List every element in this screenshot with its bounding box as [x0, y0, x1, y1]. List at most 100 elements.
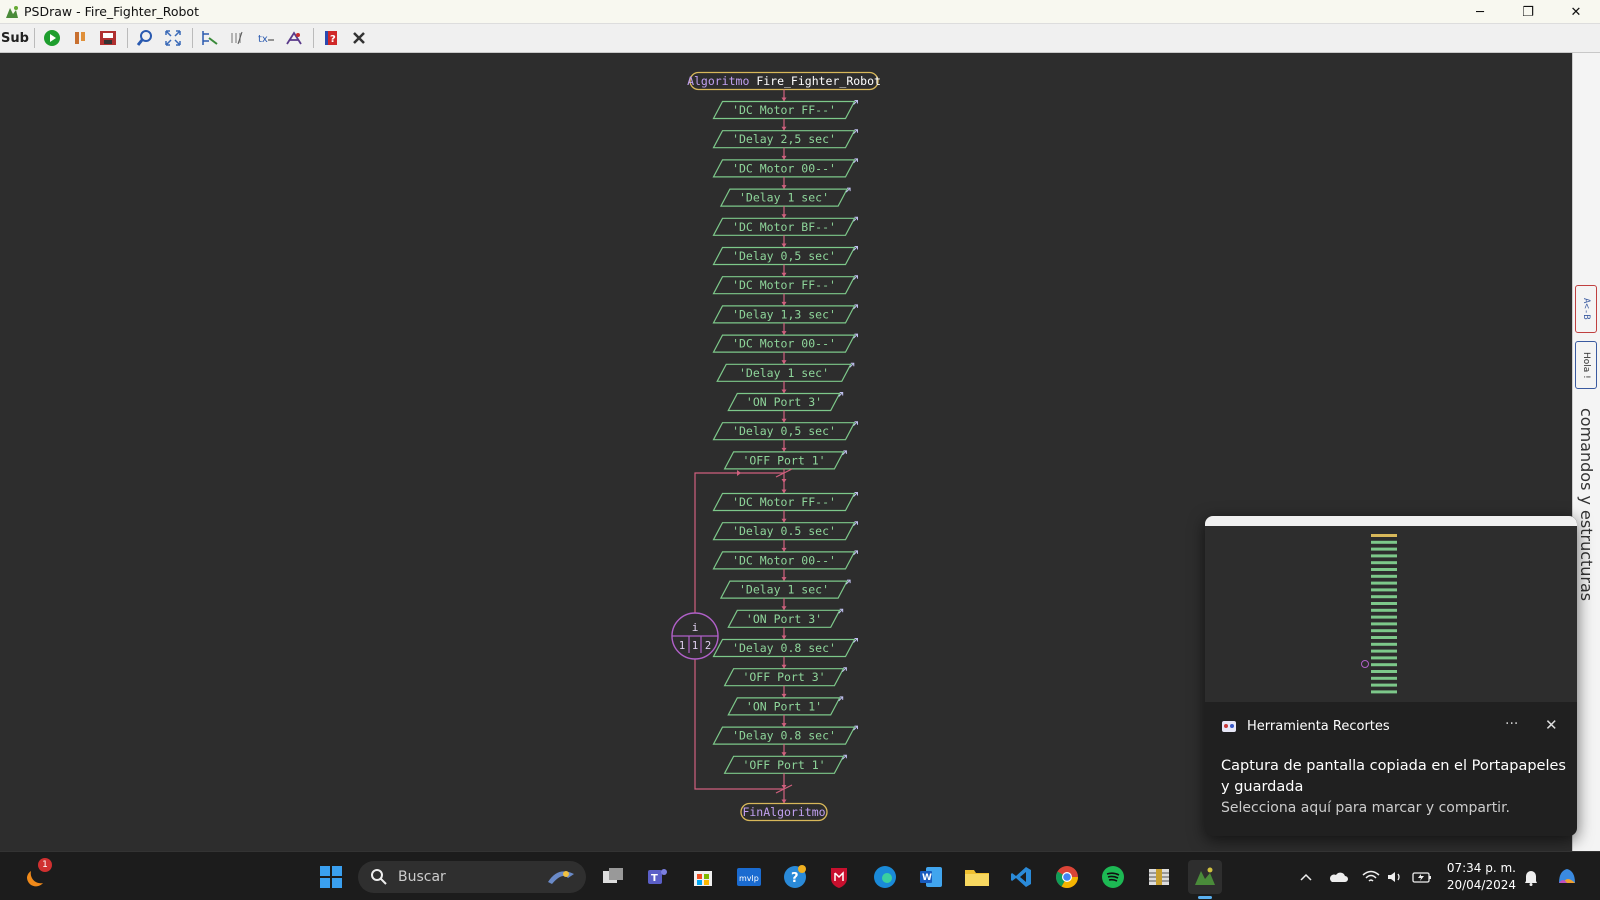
block-label: 'Delay 0,5 sec' [732, 249, 836, 263]
screenshot-preview[interactable] [1205, 516, 1577, 702]
minimize-button[interactable]: ─ [1456, 0, 1504, 24]
block-label: 'DC Motor FF--' [732, 103, 836, 117]
loop-arrowhead [737, 470, 741, 476]
vscode-icon[interactable] [1004, 860, 1038, 894]
file-explorer-icon[interactable] [960, 860, 994, 894]
loop-body-block[interactable]: 'Delay 0.8 sec' [712, 638, 858, 658]
start-terminal[interactable]: Algoritmo Fire_Fighter_Robot [687, 71, 881, 91]
preview-block [1371, 683, 1397, 687]
sub-button[interactable]: Sub [1, 26, 29, 50]
volume-icon[interactable] [1384, 860, 1406, 894]
block-label: 'Delay 0.8 sec' [732, 641, 836, 655]
loop-body-block[interactable]: 'OFF Port 3' [723, 667, 847, 687]
flow-arrowhead [781, 126, 787, 131]
close-button[interactable]: ✕ [1552, 0, 1600, 24]
wifi-icon[interactable] [1360, 860, 1382, 894]
preview-block [1371, 663, 1397, 667]
start-icon[interactable] [314, 860, 348, 894]
preview-block [1371, 615, 1397, 619]
assign-tab[interactable]: A<-B [1575, 285, 1597, 333]
task-view-icon[interactable] [596, 860, 630, 894]
loop-body-block[interactable]: 'ON Port 1' [727, 696, 844, 716]
search-placeholder: Buscar [398, 869, 446, 885]
archive-icon[interactable] [1142, 860, 1176, 894]
edge-icon[interactable] [868, 860, 902, 894]
output-block[interactable]: 'Delay 1,3 sec' [712, 304, 858, 324]
psdraw-taskbar-icon[interactable] [1188, 860, 1222, 899]
output-block[interactable]: 'DC Motor 00--' [712, 158, 858, 178]
end-terminal[interactable]: FinAlgoritmo [740, 802, 828, 822]
output-block[interactable]: 'ON Port 3' [727, 392, 844, 412]
onedrive-icon[interactable] [1326, 860, 1350, 894]
preview-block [1371, 636, 1397, 639]
help-icon[interactable]: ? [318, 26, 344, 50]
output-block[interactable]: 'Delay 0,5 sec' [712, 246, 858, 266]
loop-end: 2 [705, 640, 711, 652]
write-tab[interactable]: Hola ! [1575, 341, 1597, 389]
snip-notification[interactable]: Herramienta Recortes ··· ✕ Captura de pa… [1205, 516, 1577, 836]
output-block[interactable]: 'Delay 1 sec' [719, 187, 851, 207]
widgets-icon[interactable]: 1 [18, 858, 52, 894]
mvlp-icon[interactable]: mvlp [732, 860, 766, 894]
word-icon[interactable]: W [914, 860, 948, 894]
for-loop-node[interactable]: i1 1 2 [671, 612, 719, 660]
clock[interactable]: 07:34 p. m. 20/04/2024 [1444, 860, 1516, 894]
output-block[interactable]: 'DC Motor FF--' [712, 100, 858, 120]
output-block[interactable]: 'Delay 1 sec' [716, 362, 855, 382]
toolbar: Sub tx ? [0, 24, 1600, 53]
block-label: 'Delay 0,5 sec' [732, 424, 836, 438]
toolbar-separator [192, 28, 193, 48]
loop-body-block[interactable]: 'Delay 0.5 sec' [712, 521, 858, 541]
loop-body-block[interactable]: 'Delay 0.8 sec' [712, 725, 858, 745]
run-icon[interactable] [39, 26, 65, 50]
more-options-button[interactable]: ··· [1505, 716, 1518, 732]
teams-icon[interactable]: T [640, 860, 674, 894]
svg-text:?: ? [791, 871, 799, 886]
output-block[interactable]: 'DC Motor 00--' [712, 333, 858, 353]
write-tab-label: Hola ! [1581, 351, 1591, 379]
taskbar-search[interactable]: Buscar [358, 861, 586, 893]
notifications-icon[interactable] [1520, 860, 1542, 894]
flow-arrowhead [781, 155, 787, 160]
preview-block [1371, 629, 1397, 633]
store-icon[interactable] [686, 860, 720, 894]
expand-icon[interactable] [197, 26, 223, 50]
spotify-icon[interactable] [1096, 860, 1130, 894]
close-tool-icon[interactable] [346, 26, 372, 50]
block-label: 'DC Motor BF--' [732, 220, 836, 234]
output-block[interactable]: 'OFF Port 1' [723, 450, 847, 470]
fit-icon[interactable] [160, 26, 186, 50]
help-app-icon[interactable]: ? [778, 860, 812, 894]
close-notification-button[interactable]: ✕ [1545, 716, 1558, 734]
loop-body-block[interactable]: 'Delay 1 sec' [719, 579, 851, 599]
block-label: 'ON Port 3' [746, 395, 822, 409]
preview-block [1371, 581, 1397, 585]
tree-icon[interactable]: tx [253, 26, 279, 50]
export-icon[interactable] [281, 26, 307, 50]
step-icon[interactable] [67, 26, 93, 50]
loop-body-block[interactable]: 'DC Motor 00--' [712, 550, 858, 570]
notification-badge: 1 [38, 858, 52, 872]
snip-app-name: Herramienta Recortes [1247, 718, 1390, 734]
loop-body-block[interactable]: 'DC Motor FF--' [712, 492, 858, 512]
save-image-icon[interactable] [95, 26, 121, 50]
restore-button[interactable]: ❐ [1504, 0, 1552, 24]
variables-icon[interactable] [225, 26, 251, 50]
output-block[interactable]: 'DC Motor FF--' [712, 275, 858, 295]
preview-block [1371, 547, 1397, 551]
svg-text:mvlp: mvlp [739, 874, 759, 883]
output-block[interactable]: 'DC Motor BF--' [712, 216, 858, 236]
loop-body-block[interactable]: 'ON Port 3' [727, 608, 844, 628]
mcafee-icon[interactable] [822, 860, 856, 894]
battery-icon[interactable] [1410, 860, 1434, 894]
output-block[interactable]: 'Delay 0,5 sec' [712, 421, 858, 441]
output-block[interactable]: 'Delay 2,5 sec' [712, 129, 858, 149]
preview-block [1371, 656, 1397, 660]
preview-block [1371, 595, 1397, 599]
zoom-icon[interactable] [132, 26, 158, 50]
chrome-icon[interactable] [1050, 860, 1084, 894]
search-icon [371, 869, 387, 885]
copilot-icon[interactable] [1552, 860, 1582, 894]
loop-body-block[interactable]: 'OFF Port 1' [723, 754, 847, 774]
show-hidden-icons[interactable] [1296, 860, 1316, 894]
